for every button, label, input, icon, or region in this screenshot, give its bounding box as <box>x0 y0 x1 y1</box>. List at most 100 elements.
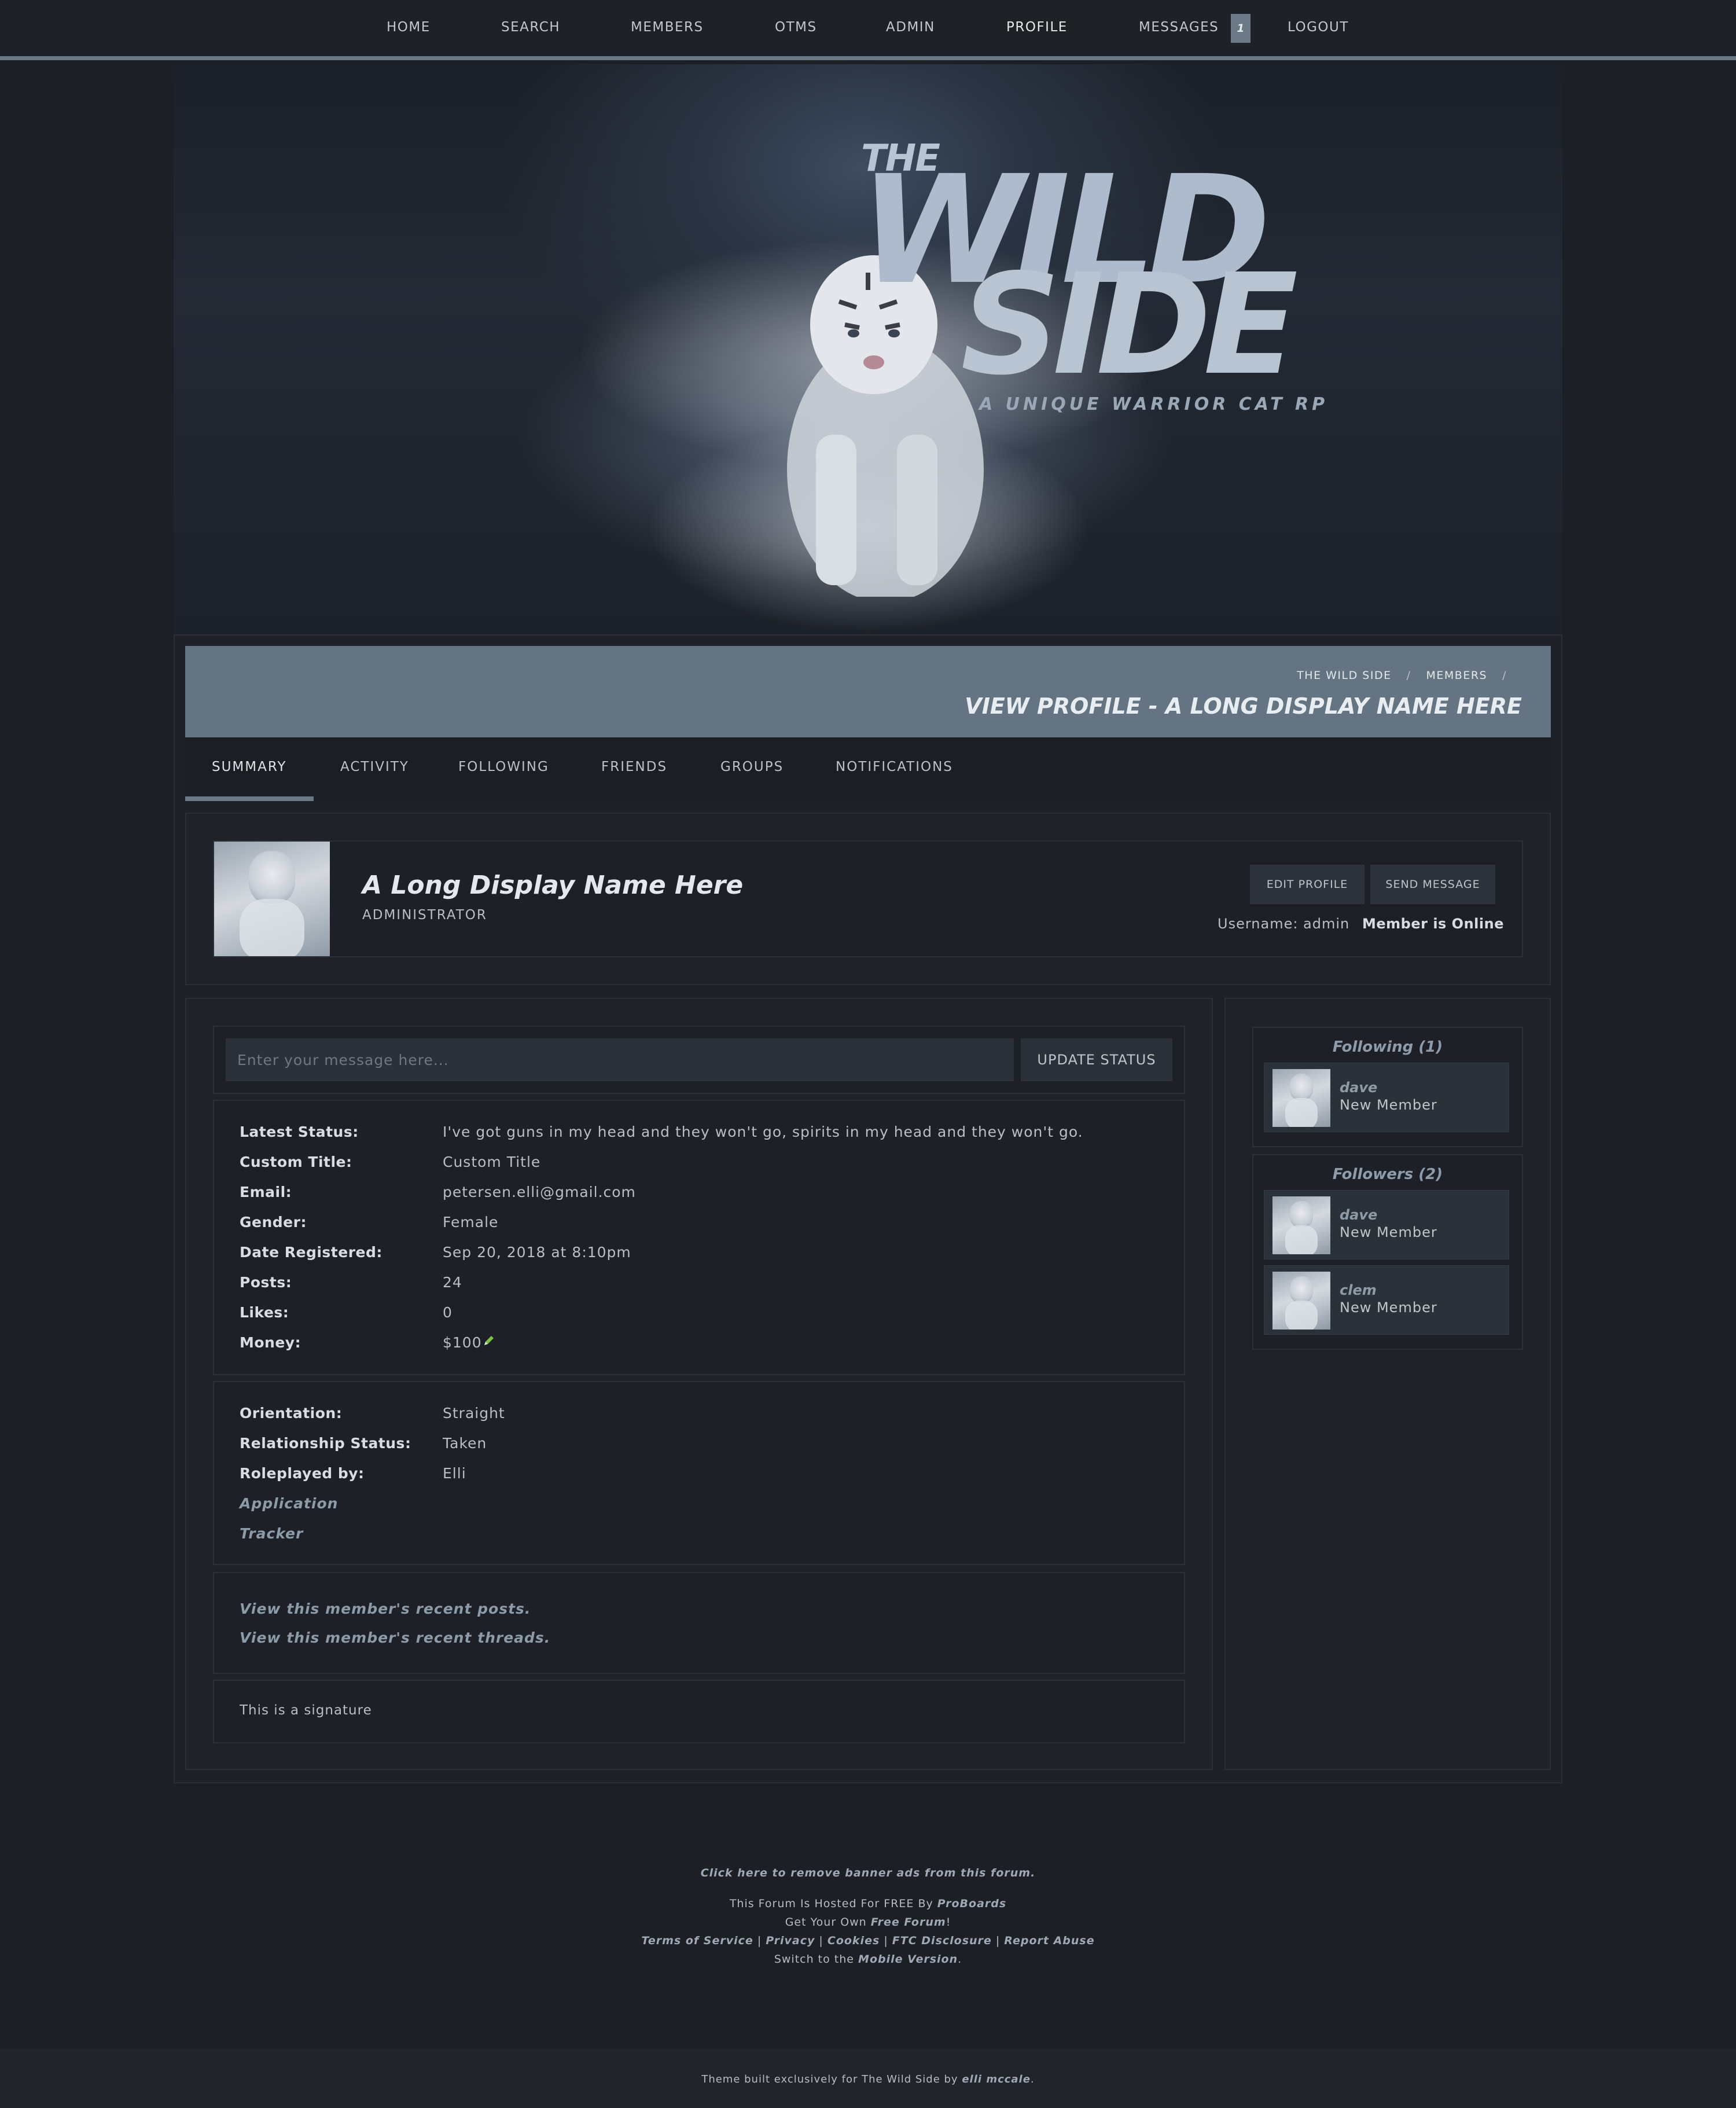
online-status: Member is Online <box>1362 916 1504 932</box>
recent-activity-card <box>213 1572 1185 1674</box>
info-label: Date Registered: <box>240 1244 382 1261</box>
profile-avatar[interactable] <box>214 842 330 956</box>
user-name[interactable]: clem <box>1340 1282 1377 1298</box>
field-value: Straight <box>443 1405 505 1422</box>
breadcrumb-members[interactable]: MEMBERS <box>1426 669 1488 682</box>
page-header: THE WILD SIDE / MEMBERS / VIEW PROFILE - A … <box>185 646 1551 737</box>
info-value: 24 <box>443 1274 462 1291</box>
field-label: Roleplayed by: <box>240 1465 365 1482</box>
field-label: Orientation: <box>240 1405 343 1422</box>
tab-friends[interactable]: FRIENDS <box>601 759 667 774</box>
profile-info-card <box>213 1100 1185 1375</box>
nav-admin[interactable]: ADMIN <box>886 20 935 35</box>
forum-banner[interactable]: THE WILD SIDE A UNIQUE WARRIOR CAT RP <box>174 64 1562 634</box>
tab-activity[interactable]: ACTIVITY <box>340 759 409 774</box>
breadcrumb-separator: / <box>1502 669 1507 682</box>
remove-ads-link[interactable]: Click here to remove banner ads from thi… <box>701 1867 1036 1879</box>
breadcrumb: THE WILD SIDE / MEMBERS / <box>1297 669 1522 682</box>
info-value: Female <box>443 1214 499 1231</box>
recent-posts-link[interactable]: View this member's recent posts. <box>240 1600 531 1617</box>
profile-rank: ADMINISTRATOR <box>362 908 487 923</box>
user-avatar[interactable] <box>1272 1272 1330 1330</box>
footer-own-forum: Get Your Own Free Forum! <box>0 1916 1736 1929</box>
report-abuse-link[interactable]: Report Abuse <box>1004 1934 1094 1947</box>
field-value: Taken <box>443 1435 487 1452</box>
info-value: petersen.elli@gmail.com <box>443 1184 636 1200</box>
page-title: VIEW PROFILE - A LONG DISPLAY NAME HERE <box>965 693 1522 719</box>
info-value: Sep 20, 2018 at 8:10pm <box>443 1244 631 1261</box>
own-forum-suffix: ! <box>946 1916 951 1929</box>
pencil-icon[interactable] <box>483 1334 495 1347</box>
info-label: Latest Status: <box>240 1123 359 1140</box>
info-label: Email: <box>240 1184 292 1200</box>
credit-text: Theme built exclusively for The Wild Sid… <box>701 2073 958 2085</box>
info-label: Custom Title: <box>240 1154 352 1170</box>
nav-otms[interactable]: OTMS <box>775 20 817 35</box>
send-message-button[interactable]: SEND MESSAGE <box>1370 865 1495 904</box>
credit-author-link[interactable]: elli mccale <box>962 2073 1031 2085</box>
user-name[interactable]: dave <box>1340 1207 1377 1223</box>
legal-separator: | <box>819 1934 823 1947</box>
info-label: Posts: <box>240 1274 292 1291</box>
mobile-version-link[interactable]: Mobile Version <box>858 1953 958 1966</box>
info-value: 0 <box>443 1304 453 1321</box>
banner-logo-side: SIDE <box>961 244 1298 406</box>
tracker-link[interactable]: Tracker <box>240 1525 303 1542</box>
status-input[interactable] <box>226 1038 1014 1081</box>
footer-mobile: Switch to the Mobile Version. <box>0 1953 1736 1966</box>
banner-tagline: A UNIQUE WARRIOR CAT RP <box>979 394 1329 414</box>
nav-members[interactable]: MEMBERS <box>631 20 704 35</box>
ftc-disclosure-link[interactable]: FTC Disclosure <box>892 1934 992 1947</box>
hosted-text: This Forum Is Hosted For FREE By <box>729 1897 933 1910</box>
top-nav: HOME SEARCH MEMBERS OTMS ADMIN PROFILE M… <box>0 0 1736 60</box>
theme-credit: Theme built exclusively for The Wild Sid… <box>0 2073 1736 2085</box>
user-name[interactable]: dave <box>1340 1079 1377 1096</box>
user-rank: New Member <box>1340 1097 1437 1113</box>
footer-hosted: This Forum Is Hosted For FREE By ProBoar… <box>0 1897 1736 1910</box>
tab-following[interactable]: FOLLOWING <box>458 759 549 774</box>
breadcrumb-separator: / <box>1406 669 1411 682</box>
update-status-button[interactable]: UPDATE STATUS <box>1021 1038 1172 1081</box>
legal-separator: | <box>884 1934 888 1947</box>
legal-separator: | <box>757 1934 762 1947</box>
info-value: $100 <box>443 1334 482 1351</box>
nav-messages[interactable]: MESSAGES <box>1139 20 1219 35</box>
user-rank: New Member <box>1340 1299 1437 1316</box>
user-avatar[interactable] <box>1272 1196 1330 1254</box>
credit-suffix: . <box>1030 2073 1035 2085</box>
user-avatar[interactable] <box>1272 1069 1330 1127</box>
cookies-link[interactable]: Cookies <box>827 1934 880 1947</box>
terms-link[interactable]: Terms of Service <box>641 1934 753 1947</box>
nav-profile[interactable]: PROFILE <box>1006 20 1068 35</box>
privacy-link[interactable]: Privacy <box>766 1934 815 1947</box>
follower-user-row[interactable]: clem New Member <box>1264 1265 1509 1335</box>
footer-legal-links: Terms of Service | Privacy | Cookies | F… <box>0 1934 1736 1947</box>
mobile-suffix: . <box>958 1953 962 1966</box>
free-forum-link[interactable]: Free Forum <box>871 1916 946 1929</box>
own-forum-text: Get Your Own <box>785 1916 867 1929</box>
breadcrumb-forum[interactable]: THE WILD SIDE <box>1297 669 1391 682</box>
profile-username: Username: admin <box>1218 916 1350 932</box>
application-link[interactable]: Application <box>240 1495 338 1512</box>
info-label: Gender: <box>240 1214 307 1231</box>
edit-profile-button[interactable]: EDIT PROFILE <box>1250 865 1364 904</box>
footer-remove-ads: Click here to remove banner ads from thi… <box>0 1867 1736 1879</box>
info-label: Likes: <box>240 1304 289 1321</box>
recent-threads-link[interactable]: View this member's recent threads. <box>240 1629 550 1646</box>
tab-summary[interactable]: SUMMARY <box>212 759 286 774</box>
tab-groups[interactable]: GROUPS <box>720 759 784 774</box>
following-user-row[interactable]: dave New Member <box>1264 1063 1509 1132</box>
proboards-link[interactable]: ProBoards <box>937 1897 1006 1910</box>
active-tab-indicator <box>185 796 314 801</box>
tab-notifications[interactable]: NOTIFICATIONS <box>836 759 953 774</box>
followers-title: Followers (2) <box>1332 1166 1443 1183</box>
field-label: Relationship Status: <box>240 1435 411 1452</box>
legal-separator: | <box>995 1934 1001 1947</box>
user-rank: New Member <box>1340 1224 1437 1240</box>
nav-logout[interactable]: LOGOUT <box>1288 20 1349 35</box>
info-label: Money: <box>240 1334 301 1351</box>
follower-user-row[interactable]: dave New Member <box>1264 1190 1509 1259</box>
messages-count-badge[interactable]: 1 <box>1231 14 1250 43</box>
nav-home[interactable]: HOME <box>387 20 431 35</box>
nav-search[interactable]: SEARCH <box>501 20 560 35</box>
